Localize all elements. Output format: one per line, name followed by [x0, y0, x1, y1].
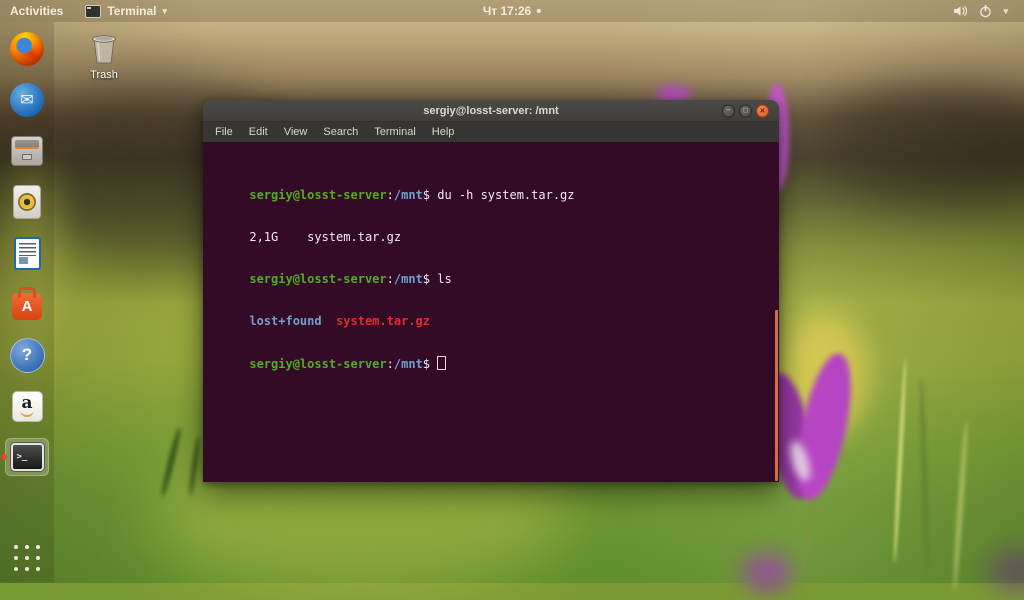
crocus-highlight — [785, 438, 815, 484]
window-titlebar[interactable]: sergiy@losst-server: /mnt − □ × — [203, 100, 779, 122]
dock-item-terminal[interactable]: >_ — [1, 438, 49, 476]
terminal-mini-icon — [85, 4, 102, 18]
window-title: sergiy@losst-server: /mnt — [423, 104, 559, 117]
yellow-bokeh — [780, 312, 870, 437]
dock-item-amazon[interactable]: a — [5, 387, 49, 425]
grass-blade — [952, 420, 969, 590]
notification-dot-icon — [537, 9, 542, 13]
menu-view[interactable]: View — [276, 122, 316, 142]
power-icon[interactable] — [979, 4, 992, 18]
flower-stem — [801, 498, 816, 570]
terminal-line: 2,1G system.tar.gz — [206, 216, 779, 244]
menu-edit[interactable]: Edit — [241, 122, 276, 142]
amazon-icon: a — [11, 390, 43, 422]
chevron-down-icon[interactable]: ▾ — [1003, 6, 1008, 17]
menu-terminal[interactable]: Terminal — [366, 122, 424, 142]
terminal-scrollbar[interactable] — [775, 310, 778, 481]
top-bar: Activities Terminal ▾ Чт 17:26 ▾ — [0, 0, 1024, 22]
ubuntu-software-icon: A — [12, 293, 42, 320]
purple-bokeh — [742, 552, 792, 592]
menu-file[interactable]: File — [207, 122, 241, 142]
terminal-icon: >_ — [10, 443, 44, 471]
help-icon: ? — [9, 337, 45, 373]
dock-item-help[interactable]: ? — [5, 336, 49, 374]
show-applications-button[interactable] — [14, 545, 40, 571]
terminal-line: sergiy@losst-server:/mnt$ — [206, 342, 779, 371]
dock-item-thunderbird[interactable]: ✉ — [5, 81, 49, 119]
clock-label: Чт 17:26 — [482, 4, 532, 18]
firefox-icon — [10, 32, 44, 66]
wallpaper-dark-blur — [820, 88, 1024, 200]
terminal-content[interactable]: sergiy@losst-server:/mnt$ du -h system.t… — [203, 142, 779, 482]
dock-item-writer[interactable] — [5, 234, 49, 272]
desktop-trash[interactable]: Trash — [82, 30, 126, 81]
app-menu[interactable]: Terminal ▾ — [85, 4, 167, 18]
grass-blade — [159, 426, 183, 498]
trash-icon — [92, 35, 116, 64]
window-menubar: File Edit View Search Terminal Help — [203, 122, 779, 142]
thunderbird-icon: ✉ — [10, 83, 44, 117]
dock-item-firefox[interactable] — [5, 30, 49, 68]
chevron-down-icon: ▾ — [162, 5, 168, 16]
dock-item-software[interactable]: A — [5, 285, 49, 323]
files-icon — [11, 136, 43, 166]
terminal-line: sergiy@losst-server:/mnt$ ls — [249, 272, 452, 286]
terminal-window: sergiy@losst-server: /mnt − □ × File Edi… — [203, 100, 779, 482]
rhythmbox-icon — [13, 185, 41, 219]
ls-archive-file: system.tar.gz — [336, 314, 430, 328]
terminal-line: sergiy@losst-server:/mnt$ du -h system.t… — [249, 188, 575, 202]
menu-help[interactable]: Help — [424, 122, 463, 142]
close-button[interactable]: × — [756, 104, 769, 117]
system-status-area[interactable]: ▾ — [953, 4, 1008, 18]
app-menu-label: Terminal — [107, 4, 157, 18]
purple-bokeh — [988, 548, 1024, 593]
clock-button[interactable]: Чт 17:26 — [482, 4, 542, 18]
command-text: ls — [437, 272, 452, 286]
ls-directory: lost+found — [249, 314, 322, 328]
menu-search[interactable]: Search — [315, 122, 366, 142]
grass-blade — [918, 377, 931, 574]
activities-button[interactable]: Activities — [10, 4, 63, 18]
command-output: 2,1G system.tar.gz — [249, 230, 402, 244]
minimize-button[interactable]: − — [722, 104, 735, 117]
dock-item-files[interactable] — [5, 132, 49, 170]
terminal-cursor — [437, 356, 447, 370]
amazon-smile-arc — [20, 410, 34, 417]
maximize-button[interactable]: □ — [739, 104, 752, 117]
trash-label: Trash — [90, 69, 118, 81]
running-indicator-dot — [1, 454, 7, 460]
libreoffice-writer-icon — [13, 236, 41, 270]
dock: ✉ A ? a >_ — [0, 22, 54, 583]
grass-blade — [892, 358, 908, 563]
command-text: du -h system.tar.gz — [437, 188, 575, 202]
dock-item-rhythmbox[interactable] — [5, 183, 49, 221]
grass-blade — [187, 435, 202, 497]
volume-icon[interactable] — [953, 5, 968, 17]
terminal-line: lost+found system.tar.gz — [206, 300, 779, 328]
crocus-petal-right — [786, 349, 862, 505]
